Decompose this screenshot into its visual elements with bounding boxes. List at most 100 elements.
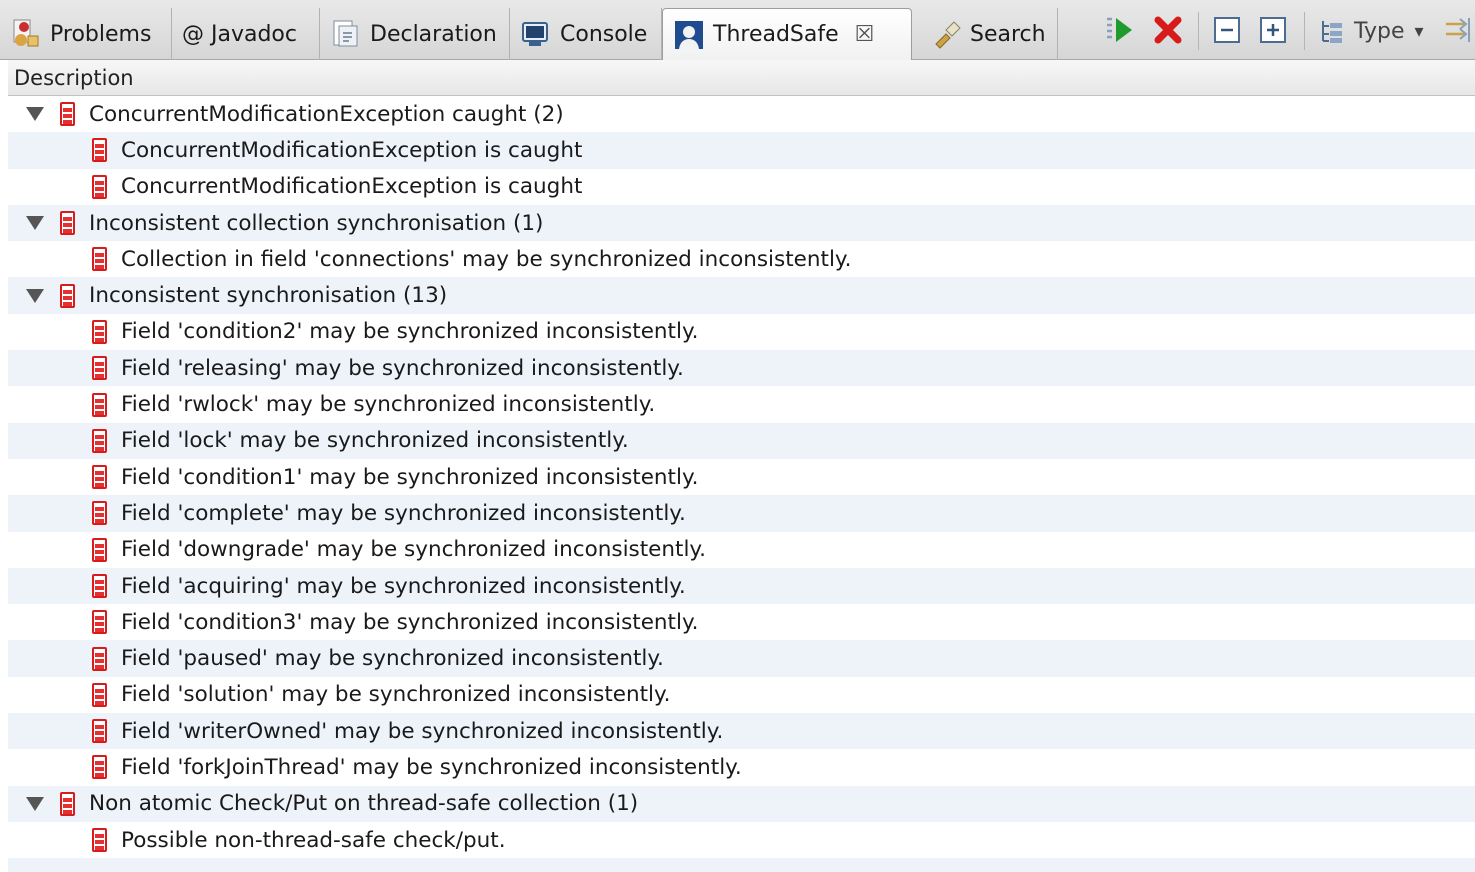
error-icon [92, 828, 107, 853]
search-flashlight-icon [930, 18, 962, 50]
error-icon [92, 719, 107, 744]
error-icon [60, 791, 75, 816]
item-label: Field 'acquiring' may be synchronized in… [121, 573, 686, 599]
error-icon [92, 174, 107, 199]
tab-label: Declaration [370, 21, 497, 47]
item-label: Field 'forkJoinThread' may be synchroniz… [121, 754, 742, 780]
item-label: Field 'writerOwned' may be synchronized … [121, 718, 724, 744]
group-label: ConcurrentModificationException caught (… [89, 101, 564, 127]
chevron-down-icon: ▾ [1414, 20, 1424, 42]
item-label: Field 'complete' may be synchronized inc… [121, 500, 686, 526]
item-label: Collection in field 'connections' may be… [121, 246, 852, 272]
group-label: Inconsistent collection synchronisation … [89, 210, 544, 236]
item-label: Field 'releasing' may be synchronized in… [121, 355, 684, 381]
error-icon [92, 356, 107, 381]
tab-console[interactable]: Console [510, 8, 662, 60]
expand-toggle-icon[interactable] [26, 288, 44, 303]
tree-item-row[interactable]: Field 'condition2' may be synchronized i… [8, 314, 1475, 350]
tree-item-row[interactable]: Field 'paused' may be synchronized incon… [8, 640, 1475, 677]
tree-item-row[interactable]: Possible non-thread-safe check/put. [8, 822, 1475, 858]
error-icon [92, 392, 107, 417]
remove-icon[interactable] [1152, 14, 1184, 46]
error-icon [60, 211, 75, 236]
expand-toggle-icon[interactable] [26, 107, 44, 122]
tab-declaration[interactable]: Declaration [320, 8, 510, 60]
tree-empty-row [8, 858, 1475, 872]
error-icon [92, 610, 107, 635]
expand-toggle-icon[interactable] [26, 796, 44, 811]
console-icon [520, 18, 552, 50]
tab-label: Console [560, 21, 648, 47]
item-label: Field 'paused' may be synchronized incon… [121, 646, 664, 672]
tree-group-row[interactable]: Non atomic Check/Put on thread-safe coll… [8, 785, 1475, 822]
tree-item-row[interactable]: Field 'forkJoinThread' may be synchroniz… [8, 749, 1475, 785]
item-label: Possible non-thread-safe check/put. [121, 827, 506, 853]
tree-group-row[interactable]: Inconsistent collection synchronisation … [8, 204, 1475, 242]
item-label: ConcurrentModificationException is caugh… [121, 137, 583, 163]
tab-javadoc[interactable]: @ Javadoc [172, 8, 320, 60]
item-label: Field 'downgrade' may be synchronized in… [121, 537, 706, 563]
run-icon[interactable] [1104, 14, 1136, 46]
error-icon [92, 319, 107, 344]
declaration-icon [330, 18, 362, 50]
tab-search[interactable]: Search [920, 8, 1058, 60]
view-tab-bar: Problems @ Javadoc Declaration Console T… [0, 0, 1475, 60]
item-label: Field 'rwlock' may be synchronized incon… [121, 392, 656, 418]
type-label: Type [1354, 18, 1405, 44]
error-icon [92, 646, 107, 671]
close-tab-icon[interactable]: ☒ [855, 22, 875, 47]
error-icon [92, 465, 107, 490]
error-icon [92, 428, 107, 453]
error-icon [92, 682, 107, 707]
type-hierarchy-icon [1318, 16, 1348, 46]
tree-item-row[interactable]: Collection in field 'connections' may be… [8, 241, 1475, 277]
item-label: Field 'lock' may be synchronized inconsi… [121, 428, 629, 454]
tree-group-row[interactable]: Inconsistent synchronisation (13) [8, 277, 1475, 314]
expand-toggle-icon[interactable] [26, 216, 44, 231]
tab-problems[interactable]: Problems [0, 8, 172, 60]
error-icon [92, 247, 107, 272]
error-icon [60, 283, 75, 308]
tree-item-row[interactable]: Field 'condition3' may be synchronized i… [8, 604, 1475, 640]
tree-item-row[interactable]: Field 'condition1' may be synchronized i… [8, 459, 1475, 495]
item-label: Field 'solution' may be synchronized inc… [121, 682, 671, 708]
item-label: Field 'condition3' may be synchronized i… [121, 609, 699, 635]
problems-tree: ConcurrentModificationException caught (… [8, 96, 1475, 872]
tree-item-row[interactable]: Field 'writerOwned' may be synchronized … [8, 713, 1475, 750]
group-label: Non atomic Check/Put on thread-safe coll… [89, 791, 639, 817]
group-label: Inconsistent synchronisation (13) [89, 283, 448, 309]
column-header-label: Description [14, 65, 134, 90]
item-label: Field 'condition2' may be synchronized i… [121, 319, 699, 345]
tree-group-row[interactable]: ConcurrentModificationException caught (… [8, 96, 1475, 132]
tree-item-row[interactable]: Field 'releasing' may be synchronized in… [8, 350, 1475, 387]
tree-item-row[interactable]: Field 'solution' may be synchronized inc… [8, 677, 1475, 713]
tab-label: @ Javadoc [182, 21, 297, 47]
error-icon [60, 102, 75, 127]
tree-item-row[interactable]: ConcurrentModificationException is caugh… [8, 169, 1475, 205]
tab-label: Problems [50, 21, 152, 47]
error-icon [92, 755, 107, 780]
error-icon [92, 138, 107, 163]
expand-all-icon[interactable] [1258, 14, 1290, 46]
tree-item-row[interactable]: Field 'rwlock' may be synchronized incon… [8, 386, 1475, 422]
tab-threadsafe[interactable]: ThreadSafe ☒ [662, 8, 912, 60]
item-label: ConcurrentModificationException is caugh… [121, 174, 583, 200]
error-icon [92, 574, 107, 598]
toolbar-divider [1198, 12, 1199, 50]
tree-item-row[interactable]: Field 'downgrade' may be synchronized in… [8, 532, 1475, 568]
tree-item-row[interactable]: Field 'complete' may be synchronized inc… [8, 495, 1475, 532]
tab-label: ThreadSafe [713, 22, 839, 47]
item-label: Field 'condition1' may be synchronized i… [121, 464, 699, 490]
type-grouping-dropdown[interactable]: Type ▾ [1318, 12, 1424, 50]
threadsafe-icon [673, 19, 705, 51]
error-icon [92, 501, 107, 526]
tree-item-row[interactable]: Field 'acquiring' may be synchronized in… [8, 567, 1475, 605]
tab-label: Search [970, 21, 1046, 47]
collapse-all-icon[interactable] [1212, 14, 1244, 46]
tree-item-row[interactable]: Field 'lock' may be synchronized inconsi… [8, 422, 1475, 459]
error-icon [92, 537, 107, 562]
tree-item-row[interactable]: ConcurrentModificationException is caugh… [8, 132, 1475, 169]
description-column-header[interactable]: Description [8, 60, 1475, 96]
toolbar-divider [1304, 12, 1305, 50]
pin-icon[interactable] [1442, 14, 1474, 46]
